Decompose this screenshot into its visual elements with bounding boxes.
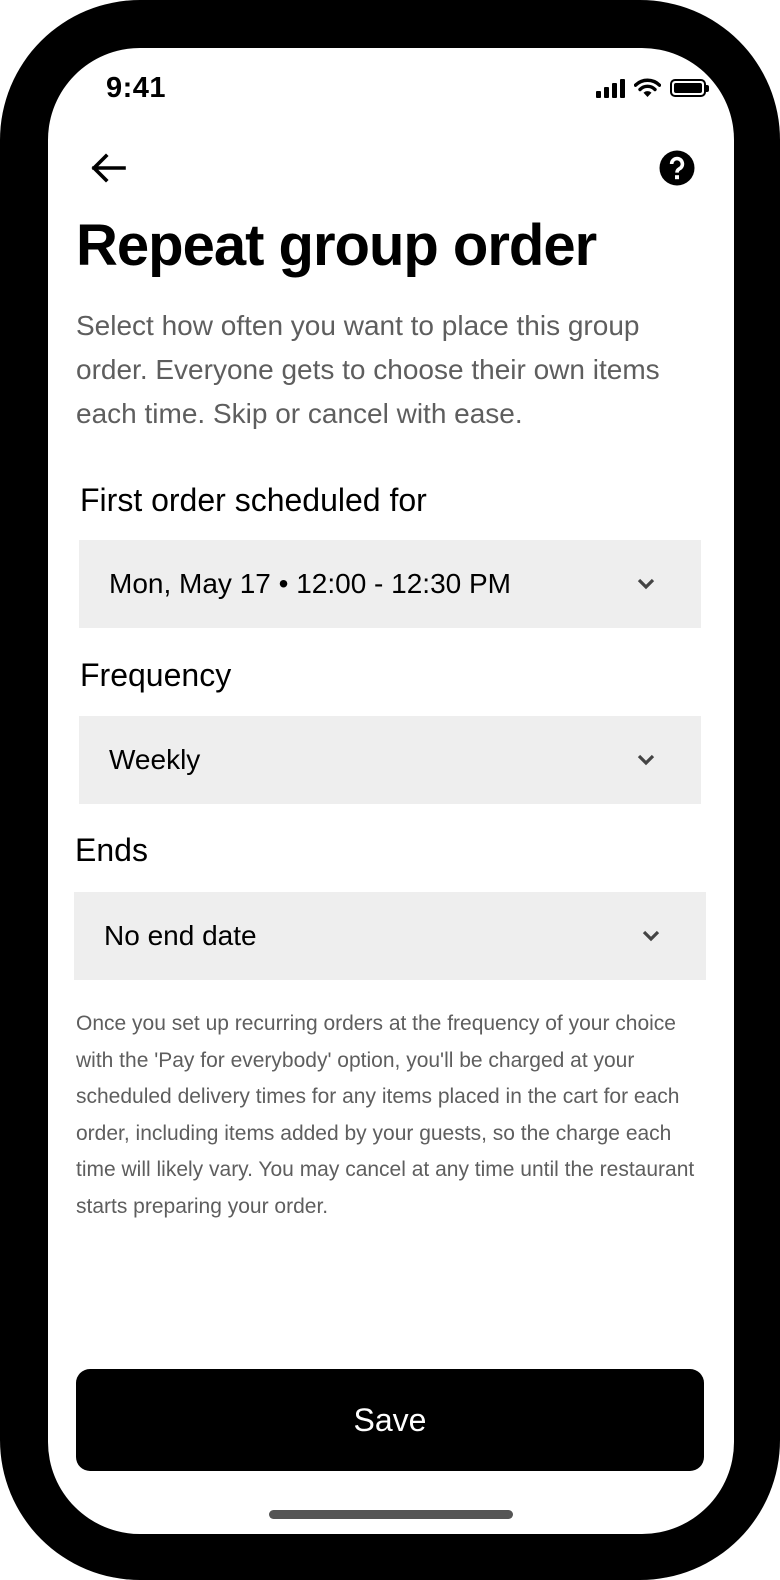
first-order-label: First order scheduled for: [80, 482, 427, 518]
first-order-value: Mon, May 17 • 12:00 - 12:30 PM: [109, 568, 512, 599]
wifi-icon: [634, 78, 661, 97]
frequency-value: Weekly: [109, 744, 201, 775]
ends-label: Ends: [75, 832, 148, 868]
arrow-left-icon: [91, 153, 126, 183]
chevron-down-icon: [637, 754, 655, 766]
recurring-order-disclaimer: Once you set up recurring orders at the …: [76, 1012, 695, 1218]
app-screen: 9:41 Repeat group order Select how often…: [48, 48, 734, 1534]
frequency-label: Frequency: [80, 657, 232, 693]
chevron-down-icon: [637, 578, 655, 590]
ends-value: No end date: [104, 920, 257, 951]
back-button[interactable]: [86, 146, 130, 190]
page-subtitle: Select how often you want to place this …: [76, 310, 660, 429]
status-icons: [596, 78, 709, 98]
frequency-select[interactable]: Weekly: [79, 716, 701, 804]
home-indicator: [269, 1510, 513, 1519]
signal-icon: [596, 78, 625, 98]
ends-select[interactable]: No end date: [74, 892, 706, 980]
help-button[interactable]: [658, 149, 696, 187]
question-circle-icon: [659, 150, 695, 186]
first-order-select[interactable]: Mon, May 17 • 12:00 - 12:30 PM: [79, 540, 701, 628]
battery-icon: [670, 79, 709, 97]
phone-frame: 9:41 Repeat group order Select how often…: [0, 0, 780, 1580]
chevron-down-icon: [642, 930, 660, 942]
save-button[interactable]: Save: [76, 1369, 704, 1471]
page-title: Repeat group order: [76, 213, 597, 278]
status-time: 9:41: [106, 72, 167, 104]
